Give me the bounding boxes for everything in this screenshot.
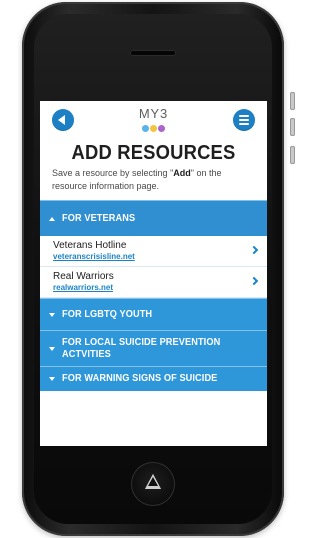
- app-header: MY3: [40, 101, 267, 139]
- app-screen: MY3 ADD RESOURCES Save a resource by sel…: [40, 101, 267, 446]
- volume-down-button: [290, 118, 295, 136]
- resource-name-veterans-hotline: Veterans Hotline: [53, 240, 127, 251]
- side-button: [290, 146, 295, 164]
- logo-text: MY3: [138, 106, 169, 121]
- chevron-down-icon: [49, 312, 55, 317]
- menu-button[interactable]: [233, 109, 255, 131]
- section-veterans-label: FOR VETERANS: [62, 212, 136, 224]
- section-local-suicide-prevention-label: FOR LOCAL SUICIDE PREVENTION ACTVITIES: [62, 336, 221, 360]
- instructions-text: Save a resource by selecting "Add" on th…: [52, 167, 255, 193]
- chevron-right-icon: [249, 276, 259, 286]
- back-icon: [58, 115, 65, 125]
- home-icon: [145, 474, 161, 489]
- back-button[interactable]: [52, 109, 74, 131]
- logo-dot-yellow: [150, 125, 157, 132]
- logo-dot-blue: [142, 125, 149, 132]
- page-title: ADD RESOURCES: [71, 142, 236, 164]
- chevron-down-icon: [49, 377, 55, 381]
- home-button[interactable]: [131, 462, 175, 506]
- menu-icon: [239, 115, 249, 125]
- instructions-prefix: Save a resource by selecting ": [52, 168, 174, 178]
- volume-up-button: [290, 92, 295, 110]
- instructions-add-word: Add: [173, 168, 191, 178]
- section-warning-signs-header[interactable]: FOR WARNING SIGNS OF SUICIDE: [40, 366, 267, 391]
- chevron-down-icon: [49, 346, 55, 351]
- app-logo: MY3: [129, 107, 179, 136]
- resource-veterans-hotline[interactable]: Veterans Hotline veteranscrisisline.net: [40, 236, 267, 267]
- resource-name-real-warriors: Real Warriors: [53, 271, 114, 282]
- section-warning-signs-label: FOR WARNING SIGNS OF SUICIDE: [62, 373, 218, 384]
- resource-real-warriors[interactable]: Real Warriors realwarriors.net: [40, 267, 267, 298]
- section-veterans-header[interactable]: FOR VETERANS: [40, 200, 267, 236]
- resource-link-real-warriors[interactable]: realwarriors.net: [53, 283, 241, 293]
- device-stage: MY3 ADD RESOURCES Save a resource by sel…: [0, 0, 306, 538]
- section-local-suicide-prevention-header[interactable]: FOR LOCAL SUICIDE PREVENTION ACTVITIES: [40, 330, 267, 366]
- section-lgbtq-header[interactable]: FOR LGBTQ YOUTH: [40, 298, 267, 330]
- chevron-right-icon: [249, 245, 259, 255]
- chevron-up-icon: [49, 216, 55, 221]
- speaker-grille: [130, 50, 176, 56]
- resource-link-veterans-hotline[interactable]: veteranscrisisline.net: [53, 252, 241, 262]
- section-lgbtq-label: FOR LGBTQ YOUTH: [62, 308, 153, 320]
- logo-dot-purple: [158, 125, 165, 132]
- logo-dots: [142, 125, 165, 132]
